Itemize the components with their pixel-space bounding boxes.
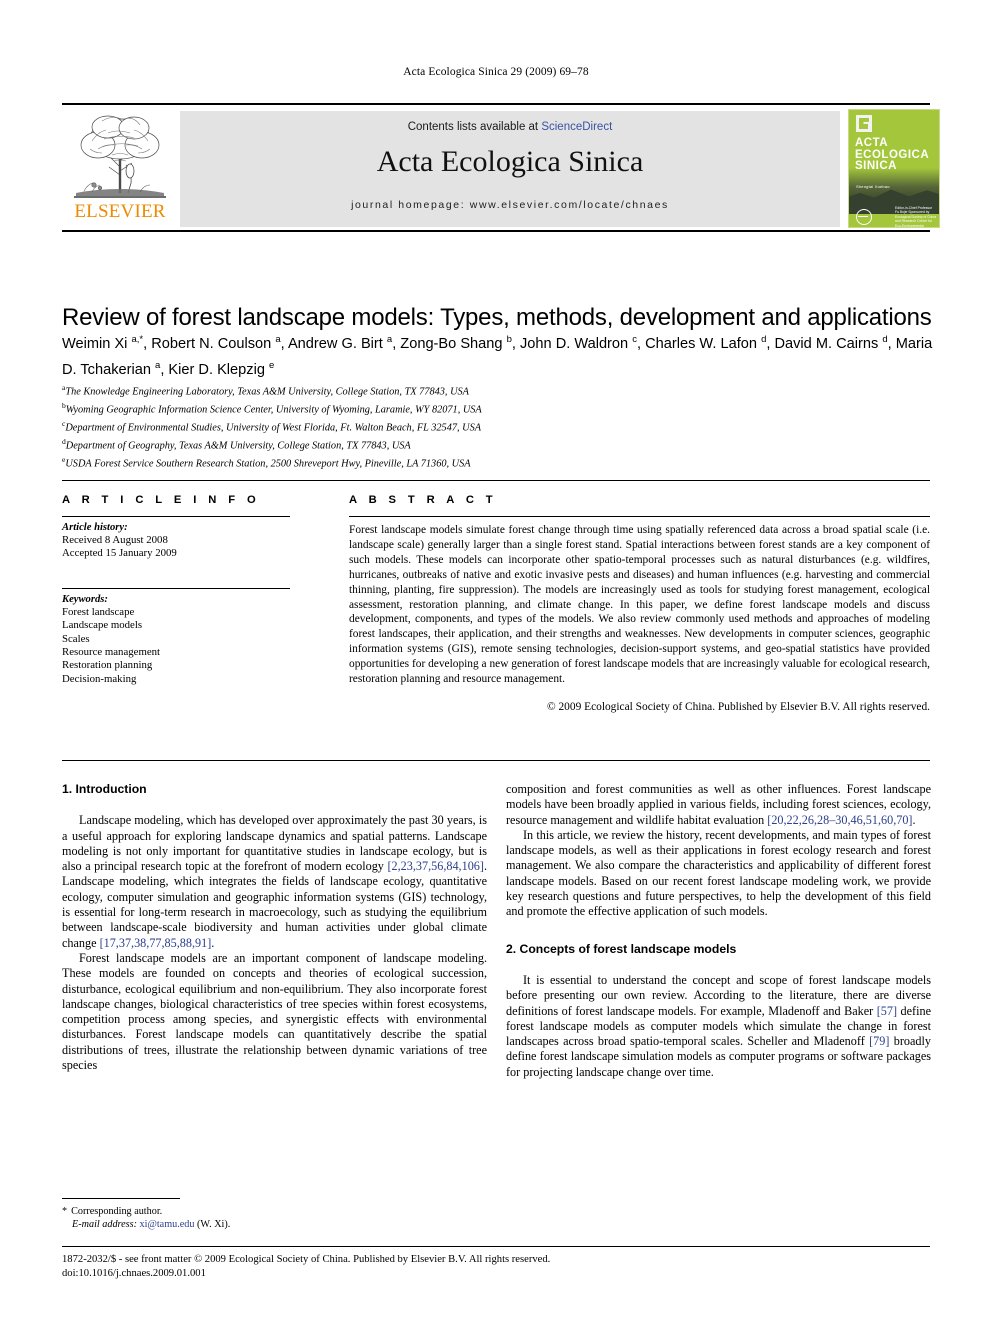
journal-masthead: ELSEVIER Contents lists available at Sci…	[62, 103, 940, 232]
info-rule-keywords	[62, 587, 290, 589]
keyword-item: Scales	[62, 632, 90, 645]
elsevier-wordmark: ELSEVIER	[74, 201, 166, 222]
citation-link[interactable]: [20,22,26,28–30,46,51,60,70]	[767, 813, 912, 827]
citation-link[interactable]: [2,23,37,56,84,106]	[387, 859, 483, 873]
affiliation-list: aThe Knowledge Engineering Laboratory, T…	[62, 381, 942, 471]
keyword-item: Resource management	[62, 646, 161, 659]
footnote-marker: *	[62, 1206, 68, 1217]
masthead-top-rule	[62, 103, 930, 105]
elsevier-logo: ELSEVIER	[68, 109, 172, 227]
cover-title-line-3: SINICA	[855, 160, 897, 172]
footer-copyright-line: 1872-2032/$ - see front matter © 2009 Ec…	[62, 1254, 551, 1265]
section-heading-1: 1. Introduction	[62, 782, 147, 796]
elsevier-tree-icon	[74, 115, 166, 198]
sciencedirect-link[interactable]: ScienceDirect	[541, 121, 612, 133]
author-list: Weimin Xi a,*, Robert N. Coulson a, Andr…	[62, 334, 933, 378]
article-history-label: Article history:	[62, 522, 128, 533]
keyword-item: Landscape models	[62, 619, 143, 632]
cover-title: ACTA ECOLOGICA SINICA	[855, 137, 935, 173]
affiliation: dDepartment of Geography, Texas A&M Univ…	[62, 437, 411, 452]
citation-link[interactable]: [79]	[869, 1034, 889, 1048]
masthead-band: Contents lists available at ScienceDirec…	[180, 111, 840, 227]
footer-rule	[62, 1246, 930, 1247]
abstract-heading: A B S T R A C T	[349, 494, 498, 506]
contents-lists-line: Contents lists available at ScienceDirec…	[180, 121, 840, 133]
cover-footer-text: Editor-in-Chief Professor Fu Bojie Spons…	[895, 206, 937, 228]
masthead-bottom-rule	[62, 230, 930, 232]
affiliation: cDepartment of Environmental Studies, Un…	[62, 419, 482, 434]
cover-landscape-photo	[849, 168, 939, 210]
running-head: Acta Ecologica Sinica 29 (2009) 69–78	[403, 66, 589, 78]
corresponding-author-footnote: * Corresponding author. E-mail address: xi…	[62, 1198, 487, 1231]
cover-elsevier-mark	[856, 115, 872, 132]
email-label: E-mail address:	[72, 1219, 137, 1230]
body-column-left: 1. Introduction Landscape modeling, whic…	[62, 782, 487, 1073]
paragraph-intro-3: composition and forest communities as we…	[506, 782, 931, 827]
section-divider-bottom	[62, 760, 930, 762]
footnote-text: * Corresponding author. E-mail address: xi…	[62, 1205, 487, 1231]
citation-link[interactable]: [17,37,38,77,85,88,91]	[100, 936, 212, 950]
page-title: Review of forest landscape models: Types…	[62, 304, 932, 332]
abstract-rule	[349, 516, 930, 517]
keyword-item: Forest landscape	[62, 605, 135, 618]
corresponding-author-note: Corresponding author.	[71, 1206, 163, 1217]
article-received-date: Received 8 August 2008	[62, 534, 168, 546]
body-column-right: composition and forest communities as we…	[506, 782, 931, 1080]
footnote-rule	[62, 1198, 180, 1199]
info-rule-history	[62, 516, 290, 517]
citation-link[interactable]: [57]	[877, 1004, 897, 1018]
paragraph-intro-1: Landscape modeling, which has developed …	[62, 813, 487, 950]
keyword-list: Forest landscape Landscape models Scales Re…	[62, 606, 290, 686]
abstract-text: Forest landscape models simulate forest …	[349, 524, 931, 686]
article-page: Acta Ecologica Sinica 29 (2009) 69–78 EL…	[0, 0, 992, 1323]
keyword-item: Decision-making	[62, 672, 137, 685]
keywords-label: Keywords:	[62, 593, 108, 605]
copyright-line: © 2009 Ecological Society of China. Publ…	[546, 700, 930, 713]
email-owner: (W. Xi).	[197, 1219, 231, 1230]
page-footer: 1872-2032/$ - see front matter © 2009 Ec…	[62, 1253, 930, 1280]
section-heading-2: 2. Concepts of forest landscape models	[506, 941, 737, 956]
affiliation: bWyoming Geographic Information Science …	[62, 401, 482, 416]
paragraph-intro-2: Forest landscape models are an important…	[62, 950, 487, 1073]
journal-homepage-link[interactable]: journal homepage: www.elsevier.com/locat…	[180, 199, 840, 211]
abstract-column: Forest landscape models simulate forest …	[349, 516, 930, 715]
cover-subtitle: Shengtai Xuebao	[856, 184, 890, 189]
footer-doi-line: doi:10.1016/j.chnaes.2009.01.001	[62, 1267, 206, 1279]
paragraph-concepts-1: It is essential to understand the concep…	[506, 972, 932, 1079]
paragraph-intro-4: In this article, we review the history, …	[506, 827, 931, 919]
keyword-item: Restoration planning	[62, 659, 153, 672]
section-divider-top	[62, 480, 930, 482]
article-accepted-date: Accepted 15 January 2009	[62, 547, 177, 560]
journal-cover-thumbnail[interactable]: ACTA ECOLOGICA SINICA Shengtai Xuebao Ed…	[848, 109, 940, 228]
affiliation: eUSDA Forest Service Southern Research S…	[62, 455, 471, 470]
cover-globe-icon	[856, 209, 872, 225]
article-info-heading: A R T I C L E I N F O	[62, 494, 261, 506]
affiliation: aThe Knowledge Engineering Laboratory, T…	[62, 383, 469, 398]
cover-title-line-1: ACTA	[855, 137, 889, 149]
email-link[interactable]: xi@tamu.edu	[140, 1219, 195, 1230]
contents-prefix: Contents lists available at	[407, 121, 542, 133]
journal-title: Acta Ecologica Sinica	[376, 145, 644, 178]
article-info-column: Article history: Received 8 August 2008 …	[62, 516, 290, 686]
